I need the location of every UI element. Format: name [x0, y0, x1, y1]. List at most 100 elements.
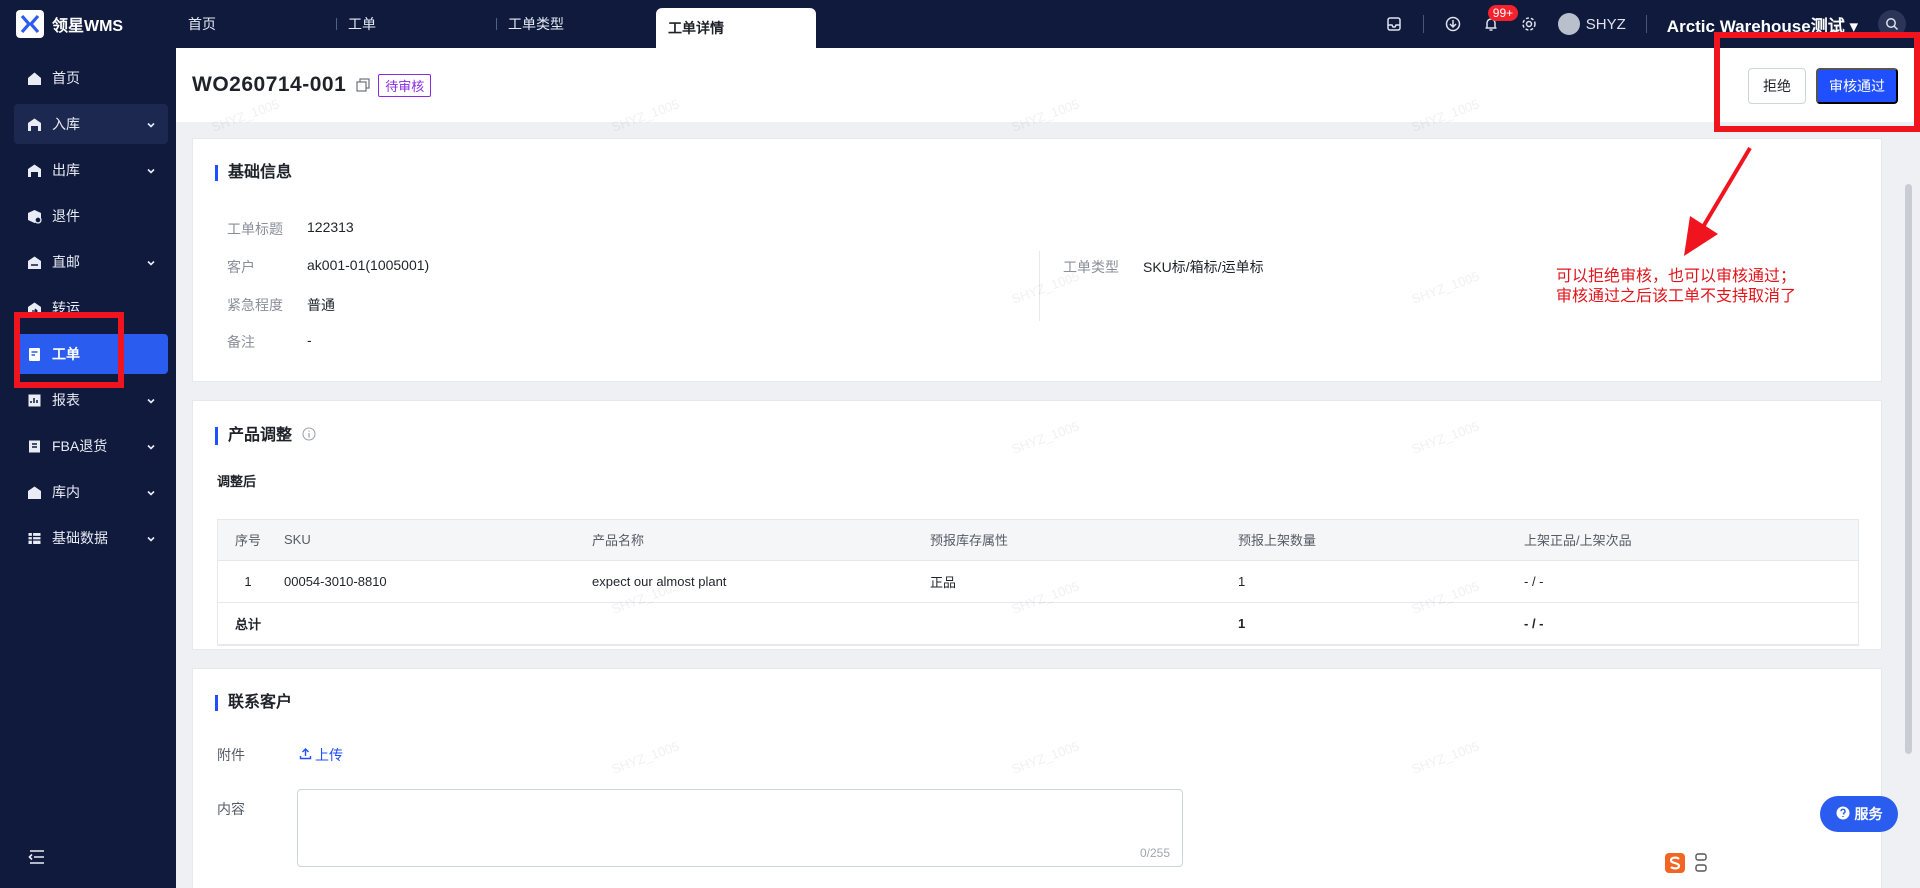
collapse-menu-icon[interactable] [28, 849, 46, 868]
tab-work-order-detail[interactable]: 工单详情 [656, 8, 816, 48]
contact-customer-card: 联系客户 附件 上传 内容 0/255 [192, 668, 1882, 888]
sidebar-item-home[interactable]: 首页 [14, 58, 168, 98]
content-textarea[interactable]: 0/255 [297, 789, 1183, 867]
cell-total-result: - / - [1518, 602, 1858, 645]
annotation-text: 可以拒绝审核，也可以审核通过； 审核通过之后该工单不支持取消了 [1556, 266, 1796, 306]
avatar [1557, 13, 1580, 35]
divider [1645, 15, 1647, 33]
field-title: 工单标题 122313 [227, 219, 354, 239]
chevron-down-icon [146, 439, 156, 455]
tab-home[interactable]: 首页 [176, 0, 336, 48]
annotation-line-1: 可以拒绝审核，也可以审核通过； [1556, 266, 1797, 285]
annotation-line-2: 审核通过之后该工单不支持取消了 [1556, 286, 1797, 305]
column-header: SKU [278, 520, 586, 561]
brand[interactable]: 领星WMS [0, 0, 176, 48]
service-label: 服务 [1854, 806, 1883, 822]
cell-qty: 1 [1232, 560, 1518, 603]
field-label: 备注 [227, 334, 255, 350]
sidebar: 首页 入库 出库 退件 直邮 转运 工单 报表 FBA退货 库内 基础数据 [0, 48, 176, 888]
sidebar-item-in-warehouse[interactable]: 库内 [14, 472, 168, 512]
field-value: 122313 [307, 219, 354, 235]
ime-toolbar[interactable] [1664, 852, 1708, 877]
highlight-box-sidebar [14, 312, 124, 388]
warehouse-icon [26, 116, 42, 132]
field-value: SKU标/箱标/运单标 [1143, 259, 1264, 275]
field-urgency: 紧急程度 普通 [227, 295, 335, 315]
sidebar-item-basic-data[interactable]: 基础数据 [14, 518, 168, 558]
sidebar-item-label: 直邮 [52, 254, 80, 270]
char-counter: 0/255 [1139, 846, 1170, 860]
cell-stock-attr: 正品 [924, 560, 1232, 603]
top-bar: 领星WMS 首页 工单 工单类型 工单详情 99+ SHYZ Arctic Wa… [0, 0, 1920, 48]
product-adjust-title-text: 产品调整 [228, 427, 293, 445]
cell-result: - / - [1518, 560, 1858, 603]
field-value: ak001-01(1005001) [307, 257, 430, 273]
cell-product-name: expect our almost plant [586, 560, 924, 603]
field-customer: 客户 ak001-01(1005001) [227, 257, 429, 277]
sidebar-item-label: 首页 [52, 70, 80, 86]
sidebar-item-label: 入库 [52, 116, 80, 132]
table-header-row: 序号 SKU 产品名称 预报库存属性 预报上架数量 上架正品/上架次品 [218, 520, 1858, 561]
inbox-icon[interactable] [1385, 15, 1403, 33]
user-menu[interactable]: SHYZ [1557, 13, 1626, 35]
sidebar-item-label: 基础数据 [52, 530, 108, 546]
sidebar-item-label: 报表 [52, 392, 80, 408]
field-value: 普通 [307, 297, 335, 313]
sidebar-item-outbound[interactable]: 出库 [14, 150, 168, 190]
cell-sku: 00054-3010-8810 [278, 560, 586, 603]
settings-icon[interactable] [1520, 15, 1538, 33]
service-button[interactable]: 服务 [1820, 796, 1898, 832]
field-value: - [307, 332, 312, 348]
sidebar-item-direct-mail[interactable]: 直邮 [14, 242, 168, 282]
highlight-box-actions [1714, 32, 1920, 132]
sidebar-item-label: 出库 [52, 162, 80, 178]
upload-icon [299, 747, 312, 763]
column-header: 上架正品/上架次品 [1518, 520, 1858, 561]
table-row: 1 00054-3010-8810 expect our almost plan… [218, 560, 1858, 603]
sidebar-item-returns[interactable]: 退件 [14, 196, 168, 236]
chevron-down-icon [146, 163, 156, 179]
product-table: 序号 SKU 产品名称 预报库存属性 预报上架数量 上架正品/上架次品 1 00… [217, 519, 1859, 646]
attachment-label: 附件 [217, 747, 245, 763]
warehouse-out-icon [26, 162, 42, 178]
sidebar-item-inbound[interactable]: 入库 [14, 104, 168, 144]
chevron-down-icon [146, 531, 156, 547]
field-label: 紧急程度 [227, 297, 283, 313]
annotation-arrow [1660, 144, 1760, 267]
info-icon[interactable] [302, 427, 316, 445]
sidebar-item-label: 库内 [52, 484, 80, 500]
ime-logo-icon [1664, 852, 1686, 877]
upload-label: 上传 [315, 747, 343, 763]
bell-icon[interactable]: 99+ [1482, 5, 1519, 33]
divider [1422, 15, 1424, 33]
basic-info-card: 基础信息 工单标题 122313 客户 ak001-01(1005001) 紧急… [192, 138, 1882, 382]
report-icon [26, 392, 42, 408]
return-package-icon [26, 208, 42, 224]
chevron-down-icon [146, 117, 156, 133]
field-label: 工单标题 [227, 221, 283, 237]
divider [1039, 251, 1040, 321]
fba-icon [26, 438, 42, 454]
cell-total-qty: 1 [1232, 602, 1518, 645]
copy-icon[interactable] [356, 78, 370, 92]
tab-work-orders[interactable]: 工单 [336, 0, 496, 48]
download-icon[interactable] [1444, 15, 1462, 33]
cell-no: 1 [218, 560, 278, 603]
username: SHYZ [1585, 15, 1626, 33]
contact-title: 联系客户 [215, 695, 292, 711]
tab-work-order-types[interactable]: 工单类型 [496, 0, 656, 48]
scrollbar[interactable] [1905, 184, 1912, 754]
basic-info-title: 基础信息 [215, 165, 292, 181]
grid-data-icon [26, 530, 42, 546]
field-label: 工单类型 [1063, 259, 1119, 275]
brand-logo-icon [16, 10, 44, 38]
upload-button[interactable]: 上传 [299, 745, 343, 765]
brand-name: 领星WMS [52, 18, 124, 35]
direct-mail-icon [26, 254, 42, 270]
warehouse-inner-icon [26, 484, 42, 500]
chevron-down-icon [146, 485, 156, 501]
field-label: 客户 [227, 259, 255, 275]
sidebar-item-fba-returns[interactable]: FBA退货 [14, 426, 168, 466]
table-total-row: 总计 1 - / - [218, 602, 1858, 645]
product-adjust-card: 产品调整 调整后 序号 SKU 产品名称 预报库存属性 预报上架数量 上架正品/… [192, 400, 1882, 650]
